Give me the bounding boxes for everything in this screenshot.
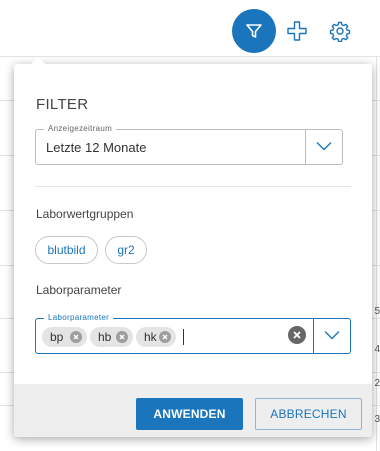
filter-button[interactable] bbox=[232, 9, 276, 53]
lab-group-chip[interactable]: gr2 bbox=[105, 236, 147, 264]
section-divider bbox=[35, 186, 351, 187]
lab-params-field-label: Laborparameter bbox=[44, 312, 114, 324]
remove-chip-icon[interactable] bbox=[70, 331, 82, 343]
lab-params-multiselect[interactable]: Laborparameter bp hb hk bbox=[35, 312, 351, 354]
chevron-down-icon[interactable] bbox=[324, 330, 340, 340]
table-divider bbox=[0, 56, 380, 57]
param-chip-label: hb bbox=[98, 330, 112, 344]
add-button[interactable] bbox=[286, 20, 308, 42]
settings-button[interactable] bbox=[329, 20, 351, 43]
param-chip[interactable]: hb bbox=[90, 327, 133, 347]
time-range-select[interactable]: Anzeigezeitraum Letzte 12 Monate bbox=[35, 123, 343, 165]
panel-title: FILTER bbox=[36, 96, 89, 113]
param-chip[interactable]: hk bbox=[136, 327, 176, 347]
table-cell-value: 5 bbox=[374, 306, 380, 317]
param-chip-label: bp bbox=[50, 330, 64, 344]
table-column-divider bbox=[376, 56, 377, 451]
param-chip-label: hk bbox=[144, 330, 157, 344]
plus-icon bbox=[287, 21, 307, 41]
table-cell-value: 3 bbox=[374, 414, 380, 425]
text-cursor bbox=[183, 329, 184, 345]
table-cell-value: 2 bbox=[374, 378, 380, 389]
lab-groups-heading: Laborwertgruppen bbox=[36, 207, 134, 221]
select-divider bbox=[313, 319, 314, 353]
lab-group-chip[interactable]: blutbild bbox=[35, 236, 98, 264]
chevron-down-icon[interactable] bbox=[316, 141, 332, 151]
remove-chip-icon[interactable] bbox=[116, 331, 128, 343]
select-divider bbox=[305, 130, 306, 164]
time-range-value: Letzte 12 Monate bbox=[46, 140, 147, 155]
remove-chip-icon[interactable] bbox=[159, 331, 171, 343]
gear-icon bbox=[329, 21, 351, 43]
panel-footer: ANWENDEN ABBRECHEN bbox=[14, 384, 372, 437]
apply-button[interactable]: ANWENDEN bbox=[136, 398, 243, 430]
cancel-button[interactable]: ABBRECHEN bbox=[255, 398, 362, 430]
param-chip[interactable]: bp bbox=[42, 327, 87, 347]
filter-icon bbox=[246, 24, 262, 38]
table-cell-value: 4 bbox=[374, 344, 380, 355]
clear-all-icon[interactable] bbox=[288, 326, 306, 344]
time-range-label: Anzeigezeitraum bbox=[44, 123, 117, 135]
filter-panel: FILTER Anzeigezeitraum Letzte 12 Monate … bbox=[14, 64, 372, 437]
lab-params-heading: Laborparameter bbox=[36, 283, 122, 297]
popover-arrow bbox=[30, 57, 46, 65]
